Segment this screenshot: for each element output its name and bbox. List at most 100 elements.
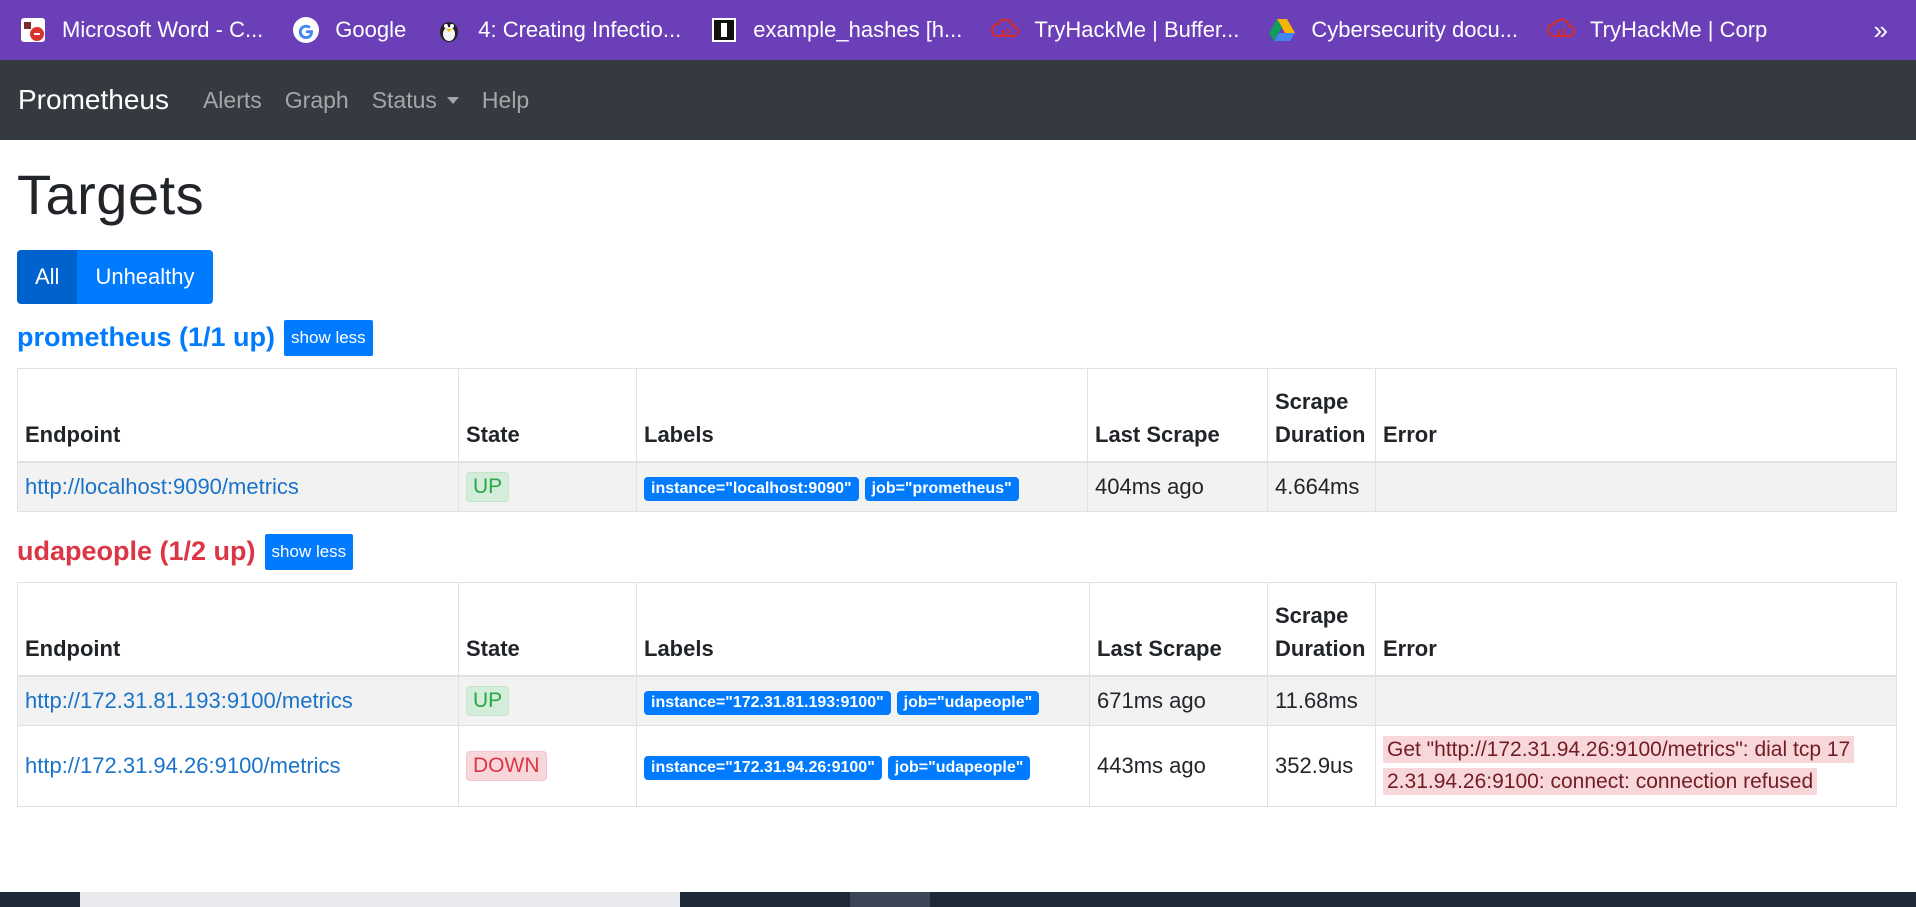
endpoint-cell: http://172.31.81.193:9100/metrics <box>17 675 459 726</box>
drive-icon <box>1267 15 1297 45</box>
taskbar-app[interactable] <box>850 892 930 907</box>
endpoint-cell: http://localhost:9090/metrics <box>17 461 459 512</box>
tryhackme-icon <box>990 15 1020 45</box>
bookmark-label: example_hashes [h... <box>753 17 963 42</box>
scrape-duration-cell: 352.9us <box>1267 724 1376 807</box>
nav-alerts-label: Alerts <box>202 86 262 113</box>
state-badge: UP <box>466 471 510 502</box>
bookmark-example-hashes[interactable]: example_hashes [h... <box>709 0 962 60</box>
scrape-duration-cell: 4.664ms <box>1267 461 1376 512</box>
table-row: http://172.31.94.26:9100/metrics DOWN in… <box>17 724 1897 807</box>
column-header-scrape-duration: Scrape Duration <box>1267 581 1376 677</box>
column-header-state: State <box>458 581 637 677</box>
label-badge: job="udapeople" <box>896 690 1040 715</box>
last-scrape-cell: 671ms ago <box>1089 675 1268 726</box>
nav-alerts[interactable]: Alerts <box>203 87 262 114</box>
endpoint-link[interactable]: http://172.31.94.26:9100/metrics <box>25 753 341 778</box>
job-header-prometheus: prometheus (1/1 up) show less <box>17 319 1897 356</box>
bookmark-label: 4: Creating Infectio... <box>478 17 682 42</box>
column-header-error: Error <box>1375 367 1897 463</box>
filter-unhealthy-button[interactable]: Unhealthy <box>77 249 213 304</box>
column-header-scrape-duration: Scrape Duration <box>1267 367 1376 463</box>
column-header-last-scrape: Last Scrape <box>1087 367 1268 463</box>
label-badge: job="prometheus" <box>864 476 1019 501</box>
taskbar-search[interactable] <box>80 892 680 907</box>
last-scrape-cell: 443ms ago <box>1089 724 1268 807</box>
job-header-udapeople: udapeople (1/2 up) show less <box>17 533 1897 570</box>
endpoint-link[interactable]: http://172.31.81.193:9100/metrics <box>25 688 353 713</box>
bookmark-label: Microsoft Word - C... <box>62 17 264 42</box>
error-message: Get "http://172.31.94.26:9100/metrics": … <box>1383 736 1855 764</box>
main-content: Targets All Unhealthy prometheus (1/1 up… <box>17 140 1897 807</box>
os-taskbar <box>0 892 1916 907</box>
bookmark-label: Cybersecurity docu... <box>1311 17 1519 42</box>
scrape-duration-cell: 11.68ms <box>1267 675 1376 726</box>
labels-cell: instance="172.31.94.26:9100" job="udapeop… <box>636 724 1090 807</box>
column-header-endpoint: Endpoint <box>17 367 459 463</box>
bookmarks-bar: Microsoft Word - C... Google 4: Creating… <box>0 0 1916 60</box>
show-less-button[interactable]: show less <box>284 319 373 356</box>
nav-graph[interactable]: Graph <box>285 87 349 114</box>
table-row: http://localhost:9090/metrics UP instanc… <box>17 461 1897 512</box>
label-badge: job="udapeople" <box>887 755 1031 780</box>
column-header-labels: Labels <box>636 367 1088 463</box>
state-cell: UP <box>458 461 637 512</box>
bookmark-tryhackme-buffer[interactable]: TryHackMe | Buffer... <box>990 0 1239 60</box>
targets-table-prometheus: Endpoint State Labels Last Scrape Scrape… <box>17 367 1897 512</box>
bookmarks-overflow-button[interactable]: » <box>1874 0 1888 60</box>
column-header-endpoint: Endpoint <box>17 581 459 677</box>
page-title: Targets <box>17 163 205 226</box>
error-cell <box>1375 461 1897 512</box>
bookmark-tryhackme-corp[interactable]: TryHackMe | Corp <box>1546 0 1767 60</box>
label-badge: instance="172.31.81.193:9100" <box>644 690 891 715</box>
column-header-error: Error <box>1375 581 1897 677</box>
bookmark-creating-infection[interactable]: 4: Creating Infectio... <box>434 0 681 60</box>
target-filter-group: All Unhealthy <box>17 249 1897 304</box>
state-badge: UP <box>466 685 510 716</box>
word-icon <box>18 15 48 45</box>
nav-help[interactable]: Help <box>482 87 529 114</box>
header-line: Duration <box>1275 421 1366 447</box>
labels-cell: instance="localhost:9090" job="prometheus… <box>636 461 1088 512</box>
targets-table-udapeople: Endpoint State Labels Last Scrape Scrape… <box>17 581 1897 807</box>
last-scrape-cell: 404ms ago <box>1087 461 1268 512</box>
error-cell <box>1375 675 1897 726</box>
navbar: Prometheus Alerts Graph Status Help <box>0 60 1916 140</box>
bookmark-label: TryHackMe | Buffer... <box>1034 17 1240 42</box>
nav-status-dropdown[interactable]: Status <box>372 87 459 114</box>
job-title[interactable]: udapeople (1/2 up) <box>17 536 256 567</box>
show-less-button[interactable]: show less <box>264 533 354 570</box>
state-badge: DOWN <box>466 750 547 781</box>
bookmark-label: Google <box>335 17 407 42</box>
labels-cell: instance="172.31.81.193:9100" job="udapeo… <box>636 675 1090 726</box>
error-cell: Get "http://172.31.94.26:9100/metrics": … <box>1375 724 1897 807</box>
bookmark-word[interactable]: Microsoft Word - C... <box>18 0 263 60</box>
column-header-last-scrape: Last Scrape <box>1089 581 1268 677</box>
brand[interactable]: Prometheus <box>18 84 169 116</box>
penguin-icon <box>434 15 464 45</box>
table-row: http://172.31.81.193:9100/metrics UP ins… <box>17 675 1897 726</box>
endpoint-cell: http://172.31.94.26:9100/metrics <box>17 724 459 807</box>
column-header-state: State <box>458 367 637 463</box>
bookmark-label: TryHackMe | Corp <box>1590 17 1768 42</box>
tryhackme-icon <box>1546 15 1576 45</box>
endpoint-link[interactable]: http://localhost:9090/metrics <box>25 474 299 499</box>
state-cell: UP <box>458 675 637 726</box>
header-line: Scrape <box>1275 388 1349 414</box>
job-title[interactable]: prometheus (1/1 up) <box>17 322 275 353</box>
nav-graph-label: Graph <box>284 86 349 113</box>
header-line: Duration <box>1275 635 1366 661</box>
bookmark-google[interactable]: Google <box>291 0 406 60</box>
nav-help-label: Help <box>481 86 530 113</box>
label-badge: instance="172.31.94.26:9100" <box>644 755 882 780</box>
column-header-labels: Labels <box>636 581 1090 677</box>
header-line: Scrape <box>1275 602 1349 628</box>
caret-down-icon <box>446 96 459 104</box>
error-message: 2.31.94.26:9100: connect: connection ref… <box>1383 767 1818 795</box>
filter-all-button[interactable]: All <box>17 249 78 304</box>
bookmark-cybersecurity-docs[interactable]: Cybersecurity docu... <box>1267 0 1518 60</box>
hashcat-icon <box>709 15 739 45</box>
label-badge: instance="localhost:9090" <box>644 476 859 501</box>
google-icon <box>291 15 321 45</box>
nav-status-label: Status <box>371 86 437 113</box>
